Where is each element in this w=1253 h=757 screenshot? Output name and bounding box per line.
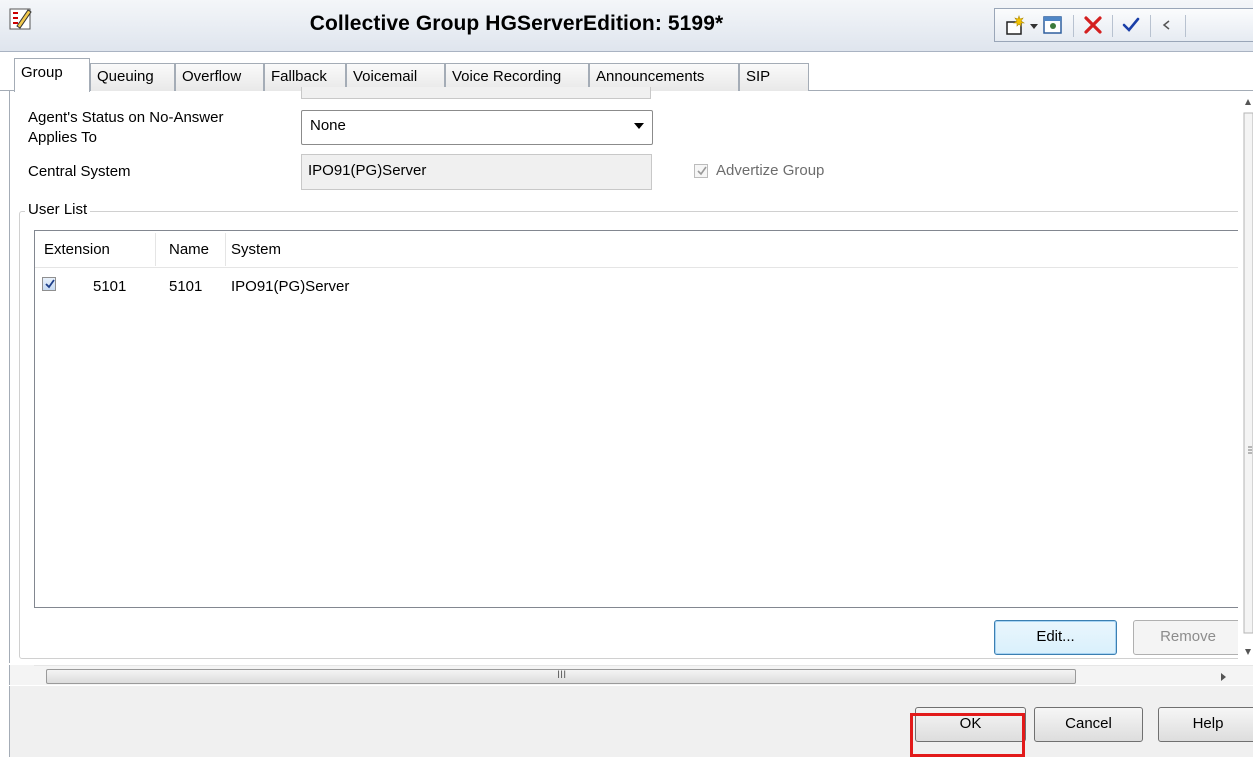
column-divider [225,233,226,266]
advertize-group-label: Advertize Group [716,162,825,179]
central-system-field: IPO91(PG)Server [301,154,652,190]
validate-icon[interactable] [1120,14,1142,38]
column-header-system[interactable]: System [231,241,281,258]
toolbar-separator [1073,15,1074,37]
column-header-extension[interactable]: Extension [44,241,110,258]
scrollbar-thumb[interactable]: III [46,669,1076,684]
new-item-icon[interactable] [1005,14,1027,38]
column-header-name[interactable]: Name [169,241,209,258]
agent-status-select[interactable]: None [301,110,653,145]
tab-bar: Group Queuing Overflow Fallback Voicemai… [0,53,1253,92]
toolbar [994,8,1253,42]
delete-icon[interactable] [1082,14,1104,38]
scrollbar-grip: III [557,669,567,681]
row-checkbox[interactable] [42,277,56,291]
cell-extension: 5101 [93,278,127,295]
agent-status-label-line1: Agent's Status on No-Answer [28,109,224,126]
export-icon[interactable] [1042,14,1064,38]
toolbar-separator [1112,15,1113,37]
column-divider [155,233,156,266]
vertical-scrollbar[interactable] [1238,91,1253,663]
scroll-left-cap [9,665,34,685]
dropdown-arrow-icon[interactable] [1028,14,1040,38]
horizontal-scrollbar[interactable]: III [15,665,1253,687]
agent-status-value: None [310,117,346,134]
tab-sip[interactable]: SIP [739,63,809,91]
advertize-group-checkbox[interactable] [694,164,708,178]
title-bar: Collective Group HGServerEdition: 5199* [0,0,1253,52]
tab-queuing[interactable]: Queuing [90,63,175,91]
agent-status-label-line2: Applies To [28,129,97,146]
agent-status-label: Agent's Status on No-Answer Applies To [28,108,223,148]
chevron-down-icon [634,123,644,129]
user-list: Extension Name System 5101 5101 IPO91(PG… [34,230,1253,608]
table-row[interactable]: 5101 5101 IPO91(PG)Server [35,273,1253,299]
toolbar-separator [1150,15,1151,37]
ok-highlight-box [910,713,1025,757]
tab-overflow[interactable]: Overflow [175,63,264,91]
cell-system: IPO91(PG)Server [231,278,350,295]
tab-group[interactable]: Group [14,58,90,92]
remove-button: Remove [1133,620,1243,655]
scroll-right-icon[interactable] [1217,670,1229,687]
toolbar-separator [1185,15,1186,37]
list-header: Extension Name System [35,231,1253,268]
help-button[interactable]: Help [1158,707,1253,742]
dialog-footer: OK Cancel Help [9,686,1253,757]
cell-name: 5101 [169,278,203,295]
central-system-label: Central System [28,163,131,180]
cancel-button[interactable]: Cancel [1034,707,1143,742]
clipped-field [301,87,651,99]
group-tab-panel: Agent's Status on No-Answer Applies To N… [9,87,1253,663]
previous-icon[interactable] [1158,14,1176,38]
user-list-label: User List [25,201,91,218]
edit-button[interactable]: Edit... [994,620,1117,655]
central-system-value: IPO91(PG)Server [308,162,427,179]
